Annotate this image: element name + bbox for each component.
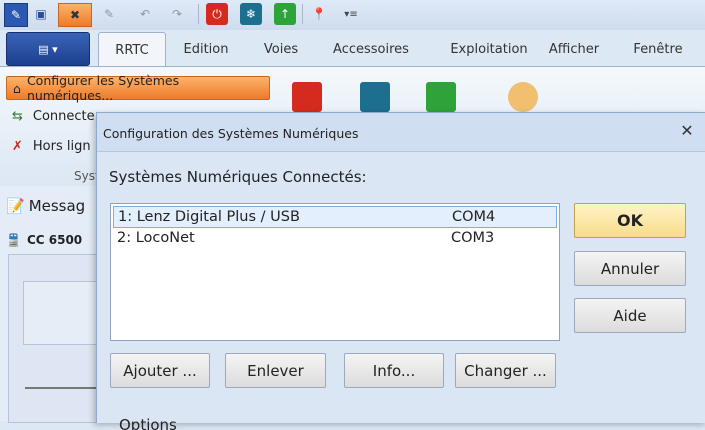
tab-rrtc[interactable]: RRTC <box>98 32 166 67</box>
undo-icon[interactable]: ↶ <box>134 3 156 25</box>
help-button[interactable]: Aide <box>574 298 686 333</box>
system-name: 1: Lenz Digital Plus / USB <box>118 209 300 225</box>
ribbon-tabs: RRTC Edition Voies Accessoires Exploitat… <box>98 32 705 67</box>
ok-button[interactable]: OK <box>574 203 686 238</box>
speed-slider[interactable] <box>25 373 101 389</box>
close-icon[interactable]: ✕ <box>678 121 696 140</box>
options-label: Options <box>119 416 177 430</box>
configuration-dialog: Configuration des Systèmes Numériques ✕ … <box>96 112 705 430</box>
dialog-title: Configuration des Systèmes Numériques <box>103 126 359 141</box>
menu-icon: ▤ ▾ <box>38 42 58 56</box>
remove-button[interactable]: Enlever <box>225 353 326 388</box>
list-item[interactable]: 1: Lenz Digital Plus / USB COM4 <box>113 206 557 228</box>
system-name: 2: LocoNet <box>117 230 195 246</box>
snowflake-large-icon[interactable] <box>360 82 390 112</box>
dialog-body: Systèmes Numériques Connectés: 1: Lenz D… <box>97 151 705 430</box>
app-logo-icon[interactable]: ✎ <box>4 3 28 27</box>
snowflake-icon[interactable]: ❄ <box>240 3 262 25</box>
locomotive-display <box>23 281 103 345</box>
customize-toolbar-icon[interactable]: ▾≡ <box>340 3 362 25</box>
connect-label: Connecte <box>32 108 95 124</box>
tab-afficher[interactable]: Afficher <box>548 32 600 66</box>
locomotive-tab[interactable]: 🚆 CC 6500 <box>6 230 100 250</box>
locomotive-control-panel <box>8 254 103 423</box>
power-off-large-icon[interactable] <box>292 82 322 112</box>
systems-listbox[interactable]: 1: Lenz Digital Plus / USB COM4 2: LocoN… <box>110 203 560 341</box>
message-icon: 📝 <box>6 197 25 215</box>
configure-label: Configurer les Systèmes numériques... <box>26 73 180 103</box>
redo-icon[interactable]: ↷ <box>166 3 188 25</box>
system-port: COM4 <box>452 209 496 225</box>
left-panel: 📝 Messag 🚆 CC 6500 <box>0 186 103 423</box>
add-button[interactable]: Ajouter ... <box>110 353 210 388</box>
map-pin-icon[interactable]: 📍 <box>308 3 330 25</box>
edit-icon[interactable]: ✎ <box>98 3 120 25</box>
info-button[interactable]: Info... <box>344 353 444 388</box>
system-port: COM3 <box>451 230 495 246</box>
connect-icon: ⇆ <box>12 108 23 124</box>
connected-systems-label: Systèmes Numériques Connectés: <box>109 168 367 186</box>
toolbar-separator <box>198 4 199 24</box>
configure-icon: ⌂ <box>13 80 21 96</box>
message-label: Messag <box>28 197 86 215</box>
offline-label: Hors lign <box>32 138 91 154</box>
configure-digital-systems-button[interactable]: ⌂ Configurer les Systèmes numériques... <box>6 73 270 103</box>
offline-button[interactable]: ✗ Hors lign <box>12 136 91 156</box>
list-item[interactable]: 2: LocoNet COM3 <box>113 228 555 248</box>
tab-voies[interactable]: Voies <box>258 32 304 66</box>
tab-edition[interactable]: Edition <box>174 32 238 66</box>
arrow-up-large-icon[interactable] <box>426 82 456 112</box>
cancel-button[interactable]: Annuler <box>574 251 686 286</box>
tab-exploitation[interactable]: Exploitation <box>438 32 540 66</box>
message-panel-header[interactable]: 📝 Messag <box>6 194 100 218</box>
application-menu-button[interactable]: ▤ ▾ <box>6 32 90 66</box>
toolbar-separator <box>302 4 303 24</box>
tab-accessoires[interactable]: Accessoires <box>328 32 414 66</box>
quick-access-toolbar: ✎ ▣ ✖ ✎ ↶ ↷ ⏻ ❄ ↑ 📍 ▾≡ <box>0 0 705 30</box>
locomotive-icon: 🚆 <box>6 233 21 247</box>
change-button[interactable]: Changer ... <box>455 353 556 388</box>
power-off-icon[interactable]: ⏻ <box>206 3 228 25</box>
save-icon[interactable]: ▣ <box>30 3 52 25</box>
disconnect-icon: ✗ <box>12 138 23 154</box>
user-icon[interactable] <box>508 82 538 112</box>
tools-icon[interactable]: ✖ <box>58 3 92 27</box>
connect-button[interactable]: ⇆ Connecte <box>12 106 95 126</box>
arrow-up-icon[interactable]: ↑ <box>274 3 296 25</box>
locomotive-label: CC 6500 <box>26 233 83 247</box>
tab-fenetre[interactable]: Fenêtre <box>628 32 688 66</box>
